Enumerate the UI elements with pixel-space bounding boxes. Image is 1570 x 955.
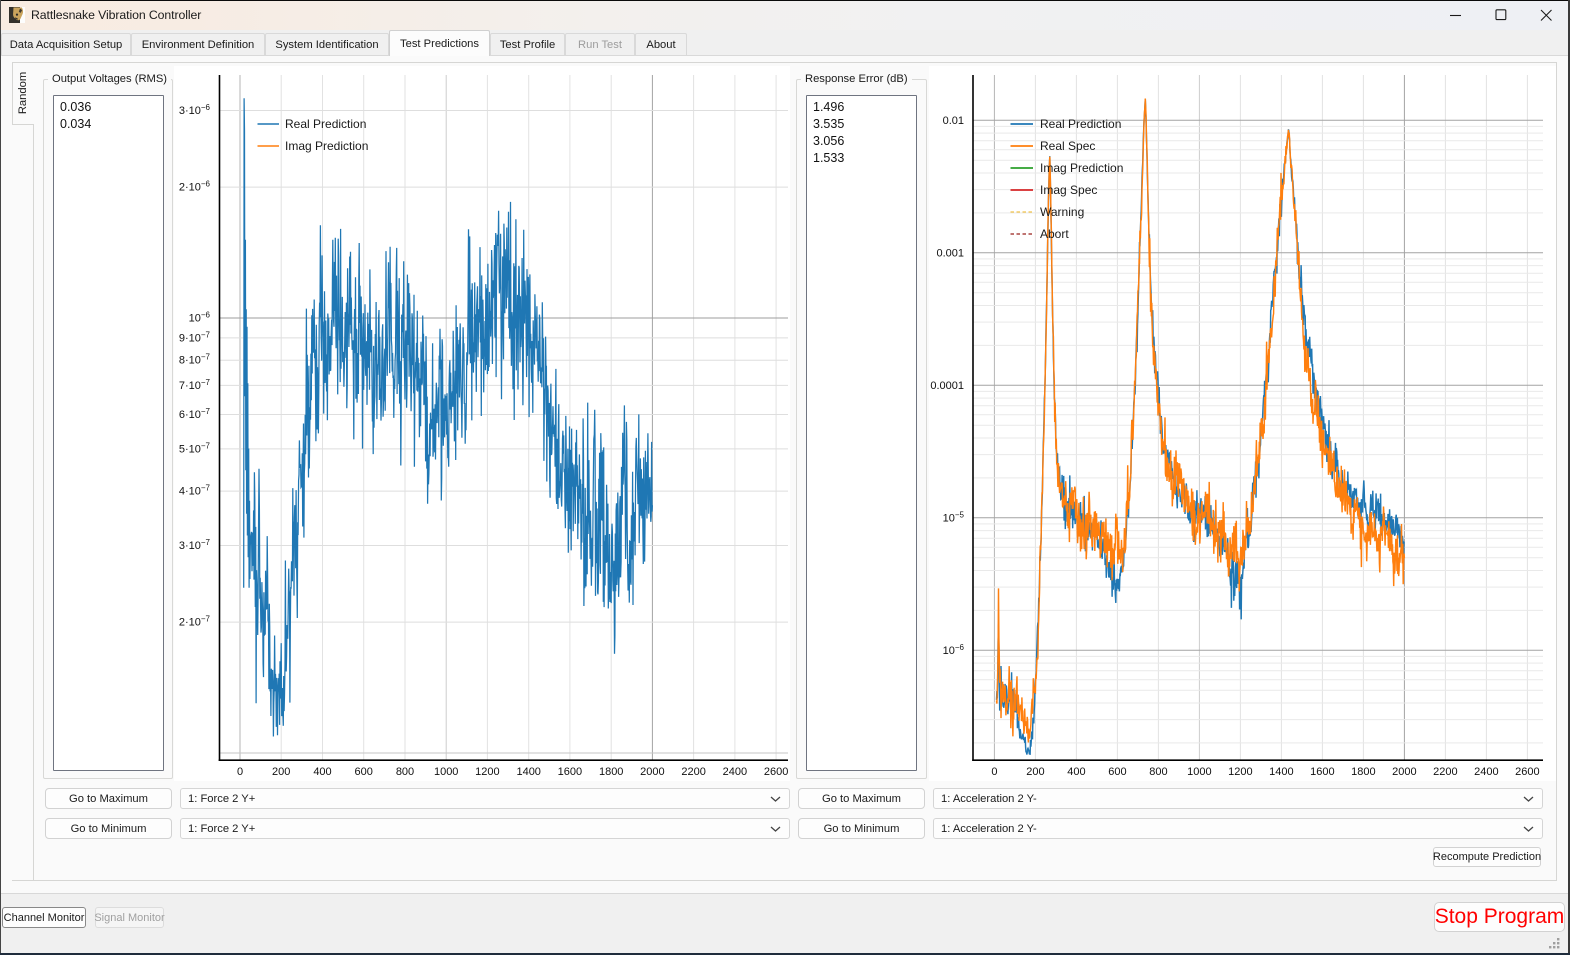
svg-text:2000: 2000	[1392, 766, 1416, 778]
svg-text:1800: 1800	[599, 766, 623, 778]
svg-text:2000: 2000	[640, 766, 664, 778]
svg-text:0.001: 0.001	[936, 247, 964, 259]
svg-text:0: 0	[237, 766, 243, 778]
svg-text:Real Prediction: Real Prediction	[285, 117, 366, 131]
svg-text:Warning: Warning	[1040, 205, 1084, 219]
svg-text:Imag Prediction: Imag Prediction	[285, 139, 368, 153]
svg-text:600: 600	[355, 766, 373, 778]
svg-text:1800: 1800	[1351, 766, 1375, 778]
svg-text:200: 200	[1026, 766, 1044, 778]
svg-text:2200: 2200	[681, 766, 705, 778]
svg-text:Imag Spec: Imag Spec	[1040, 183, 1097, 197]
svg-text:800: 800	[396, 766, 414, 778]
svg-text:0: 0	[991, 766, 997, 778]
svg-text:2400: 2400	[723, 766, 747, 778]
svg-text:200: 200	[272, 766, 290, 778]
svg-text:1200: 1200	[475, 766, 499, 778]
svg-text:1600: 1600	[1310, 766, 1334, 778]
svg-text:Imag Prediction: Imag Prediction	[1040, 161, 1123, 175]
svg-text:1400: 1400	[1269, 766, 1293, 778]
svg-text:2200: 2200	[1433, 766, 1457, 778]
svg-text:1600: 1600	[558, 766, 582, 778]
svg-text:Real Spec: Real Spec	[1040, 139, 1095, 153]
svg-text:400: 400	[1067, 766, 1085, 778]
svg-text:2600: 2600	[1515, 766, 1539, 778]
svg-text:2400: 2400	[1474, 766, 1498, 778]
svg-text:400: 400	[313, 766, 331, 778]
svg-text:0.0001: 0.0001	[930, 380, 964, 392]
svg-text:1000: 1000	[434, 766, 458, 778]
svg-text:2600: 2600	[764, 766, 788, 778]
svg-text:1200: 1200	[1228, 766, 1252, 778]
svg-text:1000: 1000	[1187, 766, 1211, 778]
svg-text:600: 600	[1108, 766, 1126, 778]
svg-text:Abort: Abort	[1040, 227, 1069, 241]
svg-text:800: 800	[1149, 766, 1167, 778]
svg-text:Real Prediction: Real Prediction	[1040, 117, 1121, 131]
svg-text:0.01: 0.01	[943, 115, 964, 127]
svg-text:1400: 1400	[516, 766, 540, 778]
